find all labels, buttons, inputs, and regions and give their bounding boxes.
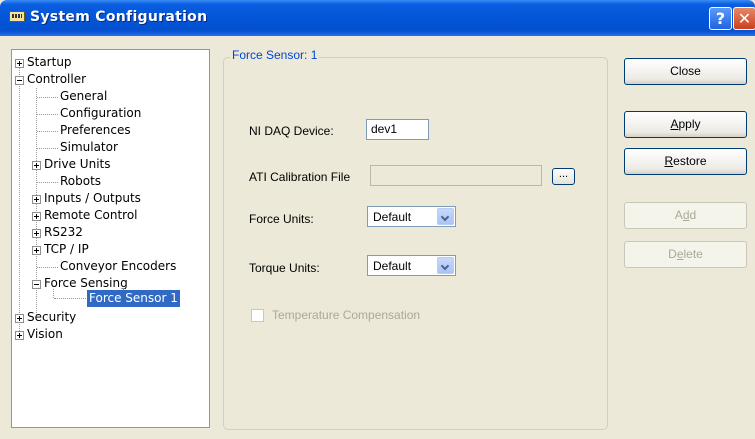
add-mnemonic: d [682,208,690,222]
force-sensor-group [223,57,608,430]
tree-item-configuration[interactable]: Configuration [60,105,141,122]
delete-button[interactable]: Delete [624,241,747,268]
expand-plus-icon[interactable] [15,331,24,340]
apply-mnemonic: A [670,117,679,131]
tree-line [37,97,58,98]
help-button[interactable]: ? [709,7,732,30]
tree-item-general[interactable]: General [60,88,107,105]
delete-mnemonic: e [676,247,684,261]
delete-label-start: D [668,247,677,261]
expand-plus-icon[interactable] [15,59,24,68]
tree-item-security[interactable]: Security [27,309,76,326]
chevron-down-icon[interactable] [437,208,454,225]
app-icon [9,11,25,22]
system-configuration-window: System Configuration ? ✕ Startup Control… [0,0,755,439]
tree-line [37,131,58,132]
restore-button[interactable]: Restore [624,148,747,175]
tree-item-force-sensor-1[interactable]: Force Sensor 1 [86,289,181,308]
tree-item-preferences[interactable]: Preferences [60,122,131,139]
restore-mnemonic: R [664,154,674,168]
tree-item-robots[interactable]: Robots [60,173,101,190]
ati-calibration-input[interactable] [370,165,542,186]
close-button[interactable]: Close [624,58,747,85]
tree-line [37,182,58,183]
tree-line [37,148,58,149]
group-title: Force Sensor: 1 [230,48,320,62]
collapse-minus-icon[interactable] [15,76,24,85]
expand-plus-icon[interactable] [32,195,41,204]
tree-item-simulator[interactable]: Simulator [60,139,118,156]
ati-calibration-label: ATI Calibration File [249,170,351,184]
add-label-start: A [674,208,683,222]
expand-plus-icon[interactable] [32,161,41,170]
tree-line [37,267,58,268]
restore-label: estore [673,154,707,168]
add-button[interactable]: Add [624,202,747,229]
expand-plus-icon[interactable] [32,229,41,238]
tree-item-inputs-outputs[interactable]: Inputs / Outputs [44,190,141,207]
close-window-button[interactable]: ✕ [733,7,755,30]
collapse-minus-icon[interactable] [32,280,41,289]
apply-label: pply [678,117,701,131]
apply-button[interactable]: Apply [624,111,747,138]
tree-item-startup[interactable]: Startup [27,54,72,71]
torque-units-label: Torque Units: [249,261,320,275]
window-title: System Configuration [30,9,208,25]
chevron-down-icon[interactable] [437,257,454,274]
expand-plus-icon[interactable] [32,212,41,221]
tree-item-controller[interactable]: Controller [27,71,86,88]
config-tree[interactable]: Startup Controller General Configuration… [11,49,210,428]
tree-line [19,67,20,335]
tree-item-remote-control[interactable]: Remote Control [44,207,138,224]
temperature-compensation-checkbox[interactable] [251,309,264,322]
temperature-compensation-label: Temperature Compensation [272,308,421,322]
tree-line [37,114,58,115]
torque-units-value: Default [373,259,412,273]
force-units-label: Force Units: [249,212,314,226]
force-units-value: Default [373,210,412,224]
title-bar[interactable]: System Configuration ? ✕ [0,0,755,36]
expand-plus-icon[interactable] [15,314,24,323]
tree-line [54,298,86,299]
ni-daq-label: NI DAQ Device: [249,124,334,138]
tree-item-drive-units[interactable]: Drive Units [44,156,111,173]
delete-label-end: lete [683,247,703,261]
ni-daq-input[interactable]: dev1 [366,119,429,140]
browse-button[interactable]: ... [552,168,575,185]
add-label-end: d [689,208,697,222]
tree-item-conveyor-encoders[interactable]: Conveyor Encoders [60,258,176,275]
tree-item-rs232[interactable]: RS232 [44,224,83,241]
tree-item-vision[interactable]: Vision [27,326,63,343]
torque-units-select[interactable]: Default [367,255,456,276]
tree-item-tcp-ip[interactable]: TCP / IP [44,241,89,258]
expand-plus-icon[interactable] [32,246,41,255]
force-units-select[interactable]: Default [367,206,456,227]
